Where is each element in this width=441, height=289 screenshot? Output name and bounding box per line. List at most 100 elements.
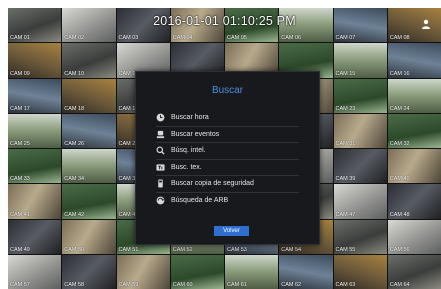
camera-label: CAM 62 bbox=[281, 282, 302, 288]
camera-label: CAM 33 bbox=[10, 176, 30, 183]
camera-label: CAM 51 bbox=[118, 246, 139, 253]
camera-tile[interactable]: CAM 48 bbox=[387, 184, 441, 219]
date-time-overlay: 2016-01-01 01:10:25 PM bbox=[153, 14, 296, 28]
camera-label: CAM 09 bbox=[10, 70, 30, 77]
camera-tile[interactable]: CAM 62 bbox=[279, 254, 333, 289]
camera-tile[interactable]: CAM 49 bbox=[8, 219, 62, 254]
camera-label: CAM 55 bbox=[335, 246, 356, 253]
camera-label: CAM 08 bbox=[389, 35, 410, 42]
camera-label: CAM 34 bbox=[64, 176, 85, 183]
camera-label: CAM 61 bbox=[227, 282, 247, 288]
camera-tile[interactable]: CAM 31 bbox=[333, 113, 387, 148]
camera-label: CAM 48 bbox=[389, 211, 410, 218]
camera-label: CAM 60 bbox=[172, 282, 193, 288]
camera-tile[interactable]: CAM 09 bbox=[8, 43, 62, 78]
camera-label: CAM 26 bbox=[64, 141, 85, 147]
camera-label: CAM 50 bbox=[64, 246, 85, 253]
camera-label: CAM 39 bbox=[335, 176, 356, 183]
camera-label: CAM 59 bbox=[118, 282, 139, 288]
event-icon bbox=[156, 130, 165, 138]
search-menu: Buscar hora Buscar eventos Búsq. intel. bbox=[156, 110, 299, 208]
camera-label: CAM 10 bbox=[64, 70, 85, 77]
camera-label: CAM 03 bbox=[118, 35, 139, 42]
user-icon[interactable] bbox=[421, 19, 431, 29]
backup-icon bbox=[158, 179, 163, 188]
camera-tile[interactable]: CAM 18 bbox=[62, 78, 116, 113]
camera-label: CAM 24 bbox=[389, 105, 410, 112]
dialog-title: Buscar bbox=[211, 85, 244, 96]
camera-label: CAM 18 bbox=[64, 105, 85, 112]
camera-label: CAM 07 bbox=[335, 35, 356, 42]
menu-item-label: Buscar eventos bbox=[171, 130, 220, 138]
camera-label: CAM 52 bbox=[172, 246, 193, 253]
camera-tile[interactable]: CAM 40 bbox=[387, 149, 441, 184]
arb-icon bbox=[156, 196, 165, 205]
camera-tile[interactable]: CAM 60 bbox=[170, 254, 224, 289]
camera-tile[interactable]: CAM 56 bbox=[387, 219, 441, 254]
camera-label: CAM 17 bbox=[10, 105, 30, 112]
camera-label: CAM 06 bbox=[281, 35, 302, 42]
camera-label: CAM 54 bbox=[281, 246, 302, 253]
menu-item-busq-intel[interactable]: Búsq. intel. bbox=[156, 143, 299, 160]
camera-tile[interactable]: CAM 15 bbox=[333, 43, 387, 78]
search-dialog: Buscar Buscar hora Buscar eventos Búsq. … bbox=[135, 71, 320, 245]
menu-item-label: Buscar copia de seguridad bbox=[171, 180, 254, 188]
camera-tile[interactable]: CAM 41 bbox=[8, 184, 62, 219]
camera-label: CAM 47 bbox=[335, 211, 356, 218]
camera-label: CAM 23 bbox=[335, 105, 356, 112]
camera-tile[interactable]: CAM 50 bbox=[62, 219, 116, 254]
menu-item-label: Búsq. intel. bbox=[171, 147, 206, 155]
camera-tile[interactable]: CAM 26 bbox=[62, 113, 116, 148]
text-search-icon bbox=[156, 164, 165, 171]
camera-label: CAM 64 bbox=[389, 282, 410, 288]
menu-item-busc-tex[interactable]: Busc. tex. bbox=[156, 160, 299, 176]
camera-tile[interactable]: CAM 25 bbox=[8, 113, 62, 148]
camera-tile[interactable]: CAM 34 bbox=[62, 149, 116, 184]
menu-item-label: Busc. tex. bbox=[171, 163, 202, 171]
camera-label: CAM 40 bbox=[389, 176, 410, 183]
camera-tile[interactable]: CAM 57 bbox=[8, 254, 62, 289]
camera-label: CAM 58 bbox=[64, 282, 85, 288]
clock-icon bbox=[156, 113, 165, 122]
nvr-live-view: CAM 01 CAM 02 CAM 03 CAM 04 CAM 05 CAM 06 CAM … bbox=[8, 8, 441, 289]
menu-item-buscar-copia[interactable]: Buscar copia de seguridad bbox=[156, 176, 299, 193]
back-button[interactable]: Volver bbox=[214, 226, 249, 236]
camera-tile[interactable]: CAM 55 bbox=[333, 219, 387, 254]
camera-label: CAM 63 bbox=[335, 282, 356, 288]
camera-label: CAM 05 bbox=[227, 35, 247, 42]
camera-tile[interactable]: CAM 47 bbox=[333, 184, 387, 219]
menu-item-busqueda-arb[interactable]: Búsqueda de ARB bbox=[156, 193, 299, 209]
camera-tile[interactable]: CAM 17 bbox=[8, 78, 62, 113]
camera-tile[interactable]: CAM 64 bbox=[387, 254, 441, 289]
camera-label: CAM 41 bbox=[10, 211, 30, 218]
camera-tile[interactable]: CAM 61 bbox=[225, 254, 279, 289]
camera-label: CAM 31 bbox=[335, 141, 356, 147]
smart-search-icon bbox=[156, 146, 165, 155]
camera-label: CAM 57 bbox=[10, 282, 30, 288]
camera-label: CAM 56 bbox=[389, 246, 410, 253]
camera-tile[interactable]: CAM 39 bbox=[333, 149, 387, 184]
camera-tile[interactable]: CAM 16 bbox=[387, 43, 441, 78]
camera-tile[interactable]: CAM 58 bbox=[62, 254, 116, 289]
camera-tile[interactable]: CAM 59 bbox=[116, 254, 170, 289]
camera-label: CAM 49 bbox=[10, 246, 30, 253]
menu-item-label: Buscar hora bbox=[171, 114, 209, 122]
camera-label: CAM 32 bbox=[389, 141, 410, 147]
camera-label: CAM 04 bbox=[172, 35, 193, 42]
camera-tile[interactable]: CAM 10 bbox=[62, 43, 116, 78]
camera-label: CAM 25 bbox=[10, 141, 30, 147]
menu-item-label: Búsqueda de ARB bbox=[171, 196, 229, 204]
camera-label: CAM 42 bbox=[64, 211, 85, 218]
camera-tile[interactable]: CAM 23 bbox=[333, 78, 387, 113]
camera-label: CAM 01 bbox=[10, 35, 30, 42]
menu-item-buscar-eventos[interactable]: Buscar eventos bbox=[156, 127, 299, 143]
camera-tile[interactable]: CAM 42 bbox=[62, 184, 116, 219]
camera-label: CAM 16 bbox=[389, 70, 410, 77]
camera-tile[interactable]: CAM 32 bbox=[387, 113, 441, 148]
camera-label: CAM 53 bbox=[227, 246, 247, 253]
camera-tile[interactable]: CAM 33 bbox=[8, 149, 62, 184]
camera-label: CAM 15 bbox=[335, 70, 356, 77]
camera-tile[interactable]: CAM 63 bbox=[333, 254, 387, 289]
menu-item-buscar-hora[interactable]: Buscar hora bbox=[156, 110, 299, 127]
camera-tile[interactable]: CAM 24 bbox=[387, 78, 441, 113]
